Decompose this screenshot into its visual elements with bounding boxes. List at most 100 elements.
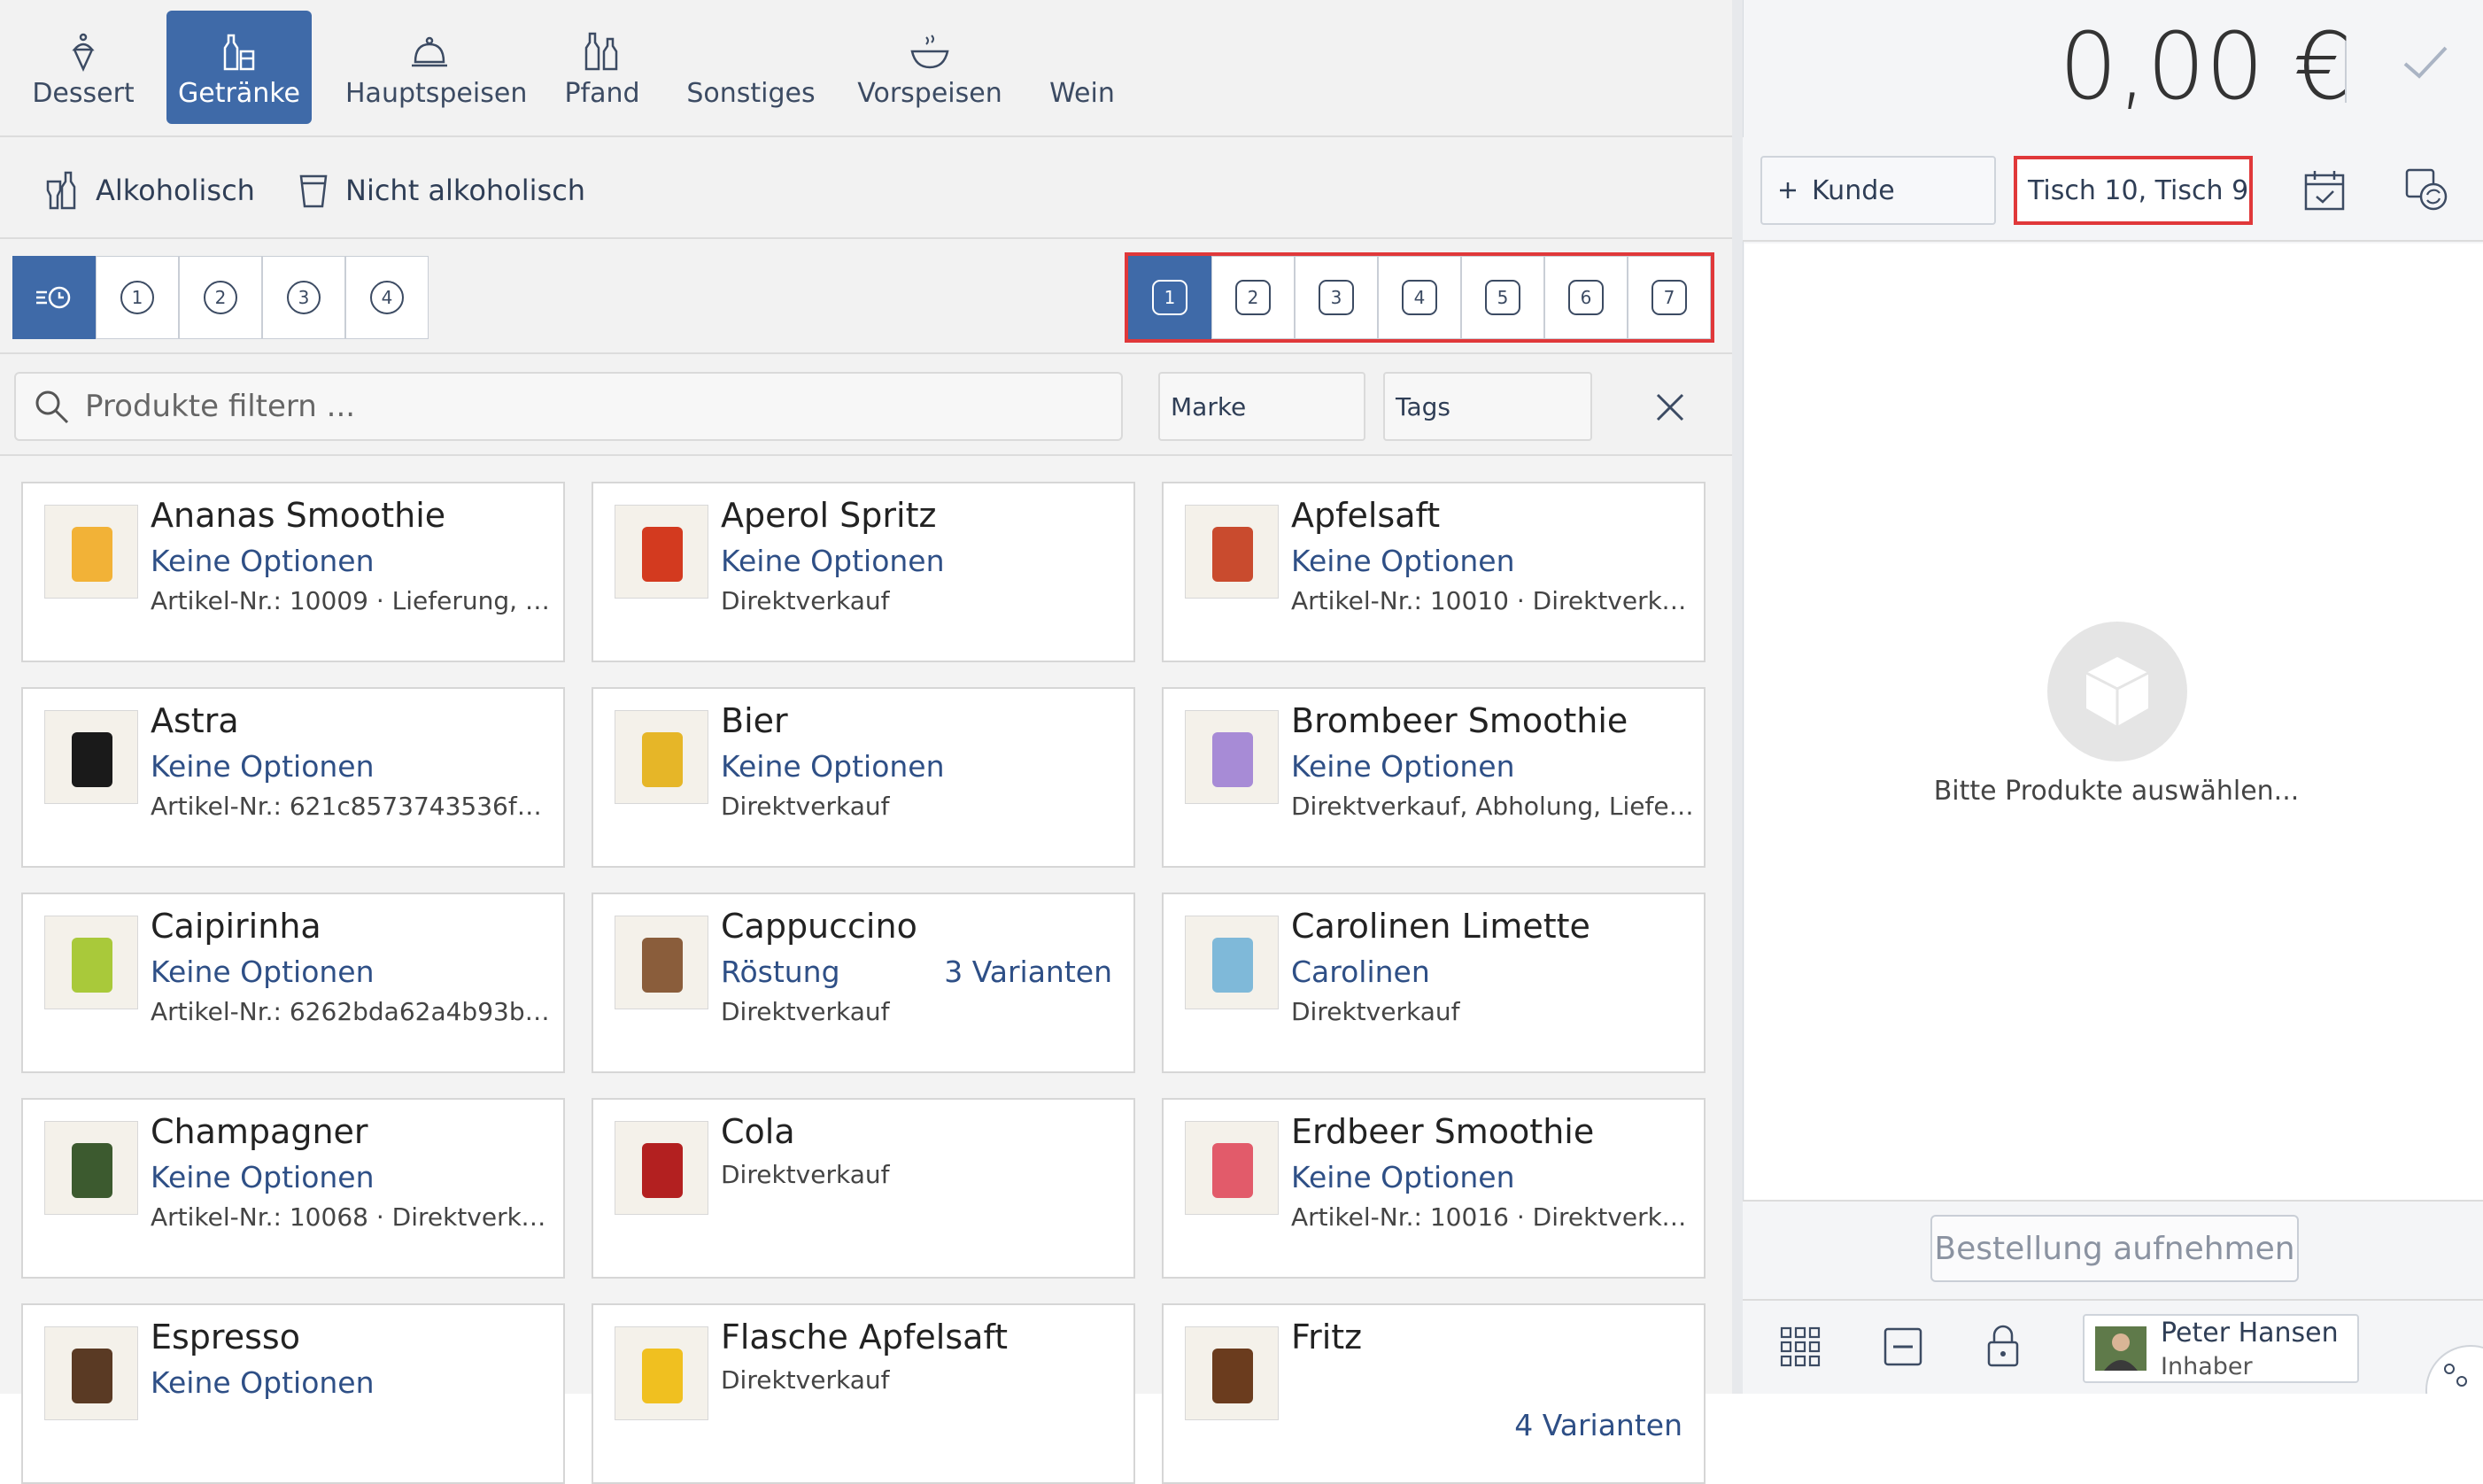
- product-card[interactable]: Erdbeer Smoothie Keine Optionen Artikel-Nr…: [1162, 1098, 1706, 1279]
- course-button-1[interactable]: 1: [96, 256, 179, 339]
- course-button-4[interactable]: 4: [345, 256, 429, 339]
- product-option: Keine Optionen: [151, 544, 375, 578]
- bottles-icon: [584, 32, 618, 71]
- box-icon: [2047, 622, 2187, 761]
- tags-filter-select[interactable]: Tags: [1383, 372, 1592, 441]
- product-image: [615, 710, 708, 804]
- product-option: Keine Optionen: [151, 1160, 375, 1194]
- corner-settings-icon[interactable]: [2417, 1337, 2483, 1394]
- category-misc[interactable]: Sonstiges: [680, 11, 822, 124]
- transfer-table-icon[interactable]: [2403, 166, 2449, 213]
- take-order-label: Bestellung aufnehmen: [1934, 1230, 2295, 1267]
- course-button-3[interactable]: 3: [262, 256, 345, 339]
- product-image: [44, 916, 138, 1009]
- checkmark-icon[interactable]: [2398, 35, 2451, 89]
- user-name: Peter Hansen: [2161, 1318, 2339, 1349]
- category-deposit[interactable]: Pfand: [549, 11, 655, 124]
- subcategory-bar: [0, 137, 1732, 239]
- product-option: Keine Optionen: [721, 749, 945, 784]
- blank-icon: [730, 30, 772, 73]
- category-main-dishes[interactable]: Hauptspeisen: [345, 11, 528, 124]
- course-button-2[interactable]: 2: [179, 256, 262, 339]
- product-image: [615, 1326, 708, 1420]
- total-separator: [2345, 41, 2347, 103]
- alcohol-icon: [46, 171, 76, 210]
- product-option: Keine Optionen: [721, 544, 945, 578]
- product-card[interactable]: Champagner Keine Optionen Artikel-Nr.: 100…: [21, 1098, 565, 1279]
- product-option: Carolinen: [1291, 955, 1430, 989]
- product-card[interactable]: Carolinen Limette Carolinen Direktverkauf: [1162, 893, 1706, 1073]
- category-drinks[interactable]: Getränke: [166, 11, 312, 124]
- category-dessert[interactable]: Dessert: [19, 11, 147, 124]
- cloche-icon: [412, 36, 447, 67]
- table-selector[interactable]: Tisch 10, Tisch 9: [2014, 156, 2253, 225]
- product-meta: Artikel-Nr.: 10009 · Lieferung, Ab...: [151, 586, 553, 615]
- product-option: Röstung: [721, 955, 840, 989]
- product-card[interactable]: Apfelsaft Keine Optionen Artikel-Nr.: 1001…: [1162, 482, 1706, 662]
- add-customer-button[interactable]: Kunde: [1760, 156, 1996, 225]
- product-image: [1185, 505, 1279, 599]
- seat-highlight-box: [1125, 252, 1714, 343]
- product-card[interactable]: Bier Keine Optionen Direktverkauf: [592, 687, 1135, 868]
- product-name: Aperol Spritz: [721, 496, 937, 535]
- course-all-button[interactable]: [12, 256, 96, 339]
- product-card[interactable]: Ananas Smoothie Keine Optionen Artikel-Nr.…: [21, 482, 565, 662]
- pane-divider[interactable]: [1732, 0, 1743, 1394]
- take-order-button[interactable]: Bestellung aufnehmen: [1930, 1215, 2299, 1282]
- product-card[interactable]: Brombeer Smoothie Keine Optionen Direktver…: [1162, 687, 1706, 868]
- course-number: 2: [204, 281, 237, 314]
- subcategory-label: Alkoholisch: [96, 174, 255, 207]
- product-option: Keine Optionen: [151, 1365, 375, 1400]
- minus-box-icon[interactable]: [1883, 1326, 1923, 1367]
- tags-filter-label: Tags: [1396, 391, 1450, 421]
- product-meta: Direktverkauf: [721, 586, 890, 615]
- product-name: Fritz: [1291, 1318, 1363, 1356]
- product-meta: Artikel-Nr.: 6262bda62a4b93b6b...: [151, 997, 553, 1026]
- user-profile-button[interactable]: Peter Hansen Inhaber: [2083, 1314, 2359, 1383]
- subcategory-non-alcoholic[interactable]: Nicht alkoholisch: [298, 159, 585, 221]
- product-name: Bier: [721, 701, 788, 740]
- category-starters[interactable]: Vorspeisen: [857, 11, 1002, 124]
- product-name: Apfelsaft: [1291, 496, 1441, 535]
- product-image: [615, 916, 708, 1009]
- product-name: Flasche Apfelsaft: [721, 1318, 1009, 1356]
- product-card[interactable]: Caipirinha Keine Optionen Artikel-Nr.: 626…: [21, 893, 565, 1073]
- lock-icon[interactable]: [1985, 1323, 2021, 1369]
- category-wine[interactable]: Wein: [1033, 11, 1132, 124]
- product-name: Cola: [721, 1112, 795, 1151]
- product-image: [615, 1121, 708, 1215]
- course-number: 3: [287, 281, 321, 314]
- product-meta: Direktverkauf: [721, 997, 890, 1026]
- product-card[interactable]: Flasche Apfelsaft Direktverkauf: [592, 1303, 1135, 1484]
- search-placeholder: Produkte filtern ...: [85, 389, 356, 424]
- product-card[interactable]: Espresso Keine Optionen: [21, 1303, 565, 1484]
- product-card[interactable]: Cola Direktverkauf: [592, 1098, 1135, 1279]
- product-name: Caipirinha: [151, 907, 321, 946]
- product-name: Ananas Smoothie: [151, 496, 446, 535]
- category-label: Hauptspeisen: [345, 78, 528, 109]
- brand-filter-label: Marke: [1171, 391, 1247, 421]
- product-image: [615, 505, 708, 599]
- course-number: 4: [370, 281, 404, 314]
- product-search-input[interactable]: Produkte filtern ...: [14, 372, 1123, 441]
- product-image: [1185, 1326, 1279, 1420]
- product-variants: 3 Varianten: [944, 955, 1112, 989]
- product-meta: Direktverkauf: [721, 1365, 890, 1395]
- timed-list-icon: [36, 286, 71, 309]
- calendar-check-icon[interactable]: [2302, 168, 2347, 213]
- product-card[interactable]: Astra Keine Optionen Artikel-Nr.: 621c8573…: [21, 687, 565, 868]
- product-name: Brombeer Smoothie: [1291, 701, 1628, 740]
- subcategory-alcoholic[interactable]: Alkoholisch: [44, 159, 255, 221]
- clear-filter-icon[interactable]: [1652, 390, 1688, 425]
- product-card[interactable]: Aperol Spritz Keine Optionen Direktverkauf: [592, 482, 1135, 662]
- product-name: Champagner: [151, 1112, 368, 1151]
- product-variants: 4 Varianten: [1514, 1408, 1682, 1442]
- brand-filter-select[interactable]: Marke: [1158, 372, 1365, 441]
- product-meta: Artikel-Nr.: 621c8573743536f942...: [151, 792, 553, 821]
- product-meta: Direktverkauf: [721, 792, 890, 821]
- blank-icon: [1061, 30, 1103, 73]
- grid-menu-icon[interactable]: [1780, 1326, 1821, 1367]
- product-card[interactable]: Cappuccino Röstung Direktverkauf 3 Variante…: [592, 893, 1135, 1073]
- cup-icon: [299, 174, 328, 208]
- product-card[interactable]: Fritz 4 Varianten: [1162, 1303, 1706, 1484]
